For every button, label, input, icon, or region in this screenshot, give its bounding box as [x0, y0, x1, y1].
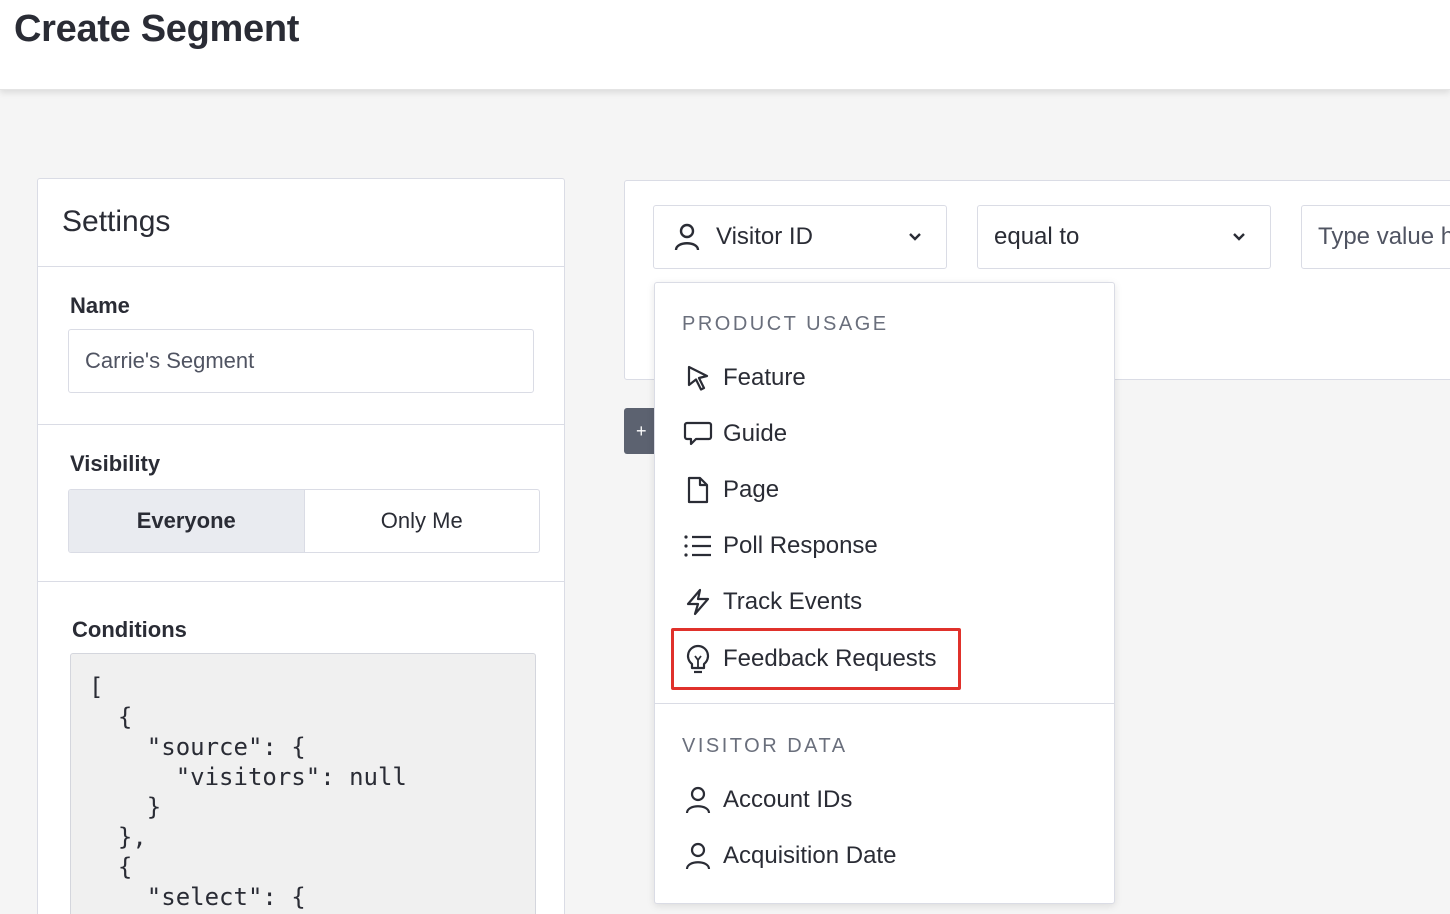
menu-item-feature[interactable]: Feature	[673, 353, 806, 403]
page-title: Create Segment	[14, 8, 300, 50]
person-icon	[683, 785, 713, 815]
conditions-label: Conditions	[72, 617, 187, 642]
visibility-everyone-button[interactable]: Everyone	[69, 490, 305, 552]
lightbulb-icon	[683, 644, 713, 674]
menu-item-label: Feature	[723, 364, 806, 391]
visibility-only-me-button[interactable]: Only Me	[305, 490, 540, 552]
menu-item-track-events[interactable]: Track Events	[673, 577, 862, 627]
settings-title: Settings	[62, 205, 171, 238]
name-label: Name	[70, 293, 130, 318]
add-rule-button[interactable]: +	[624, 408, 658, 454]
speech-bubble-icon	[683, 419, 713, 449]
field-dropdown-menu: PRODUCT USAGE Feature Guide Page Poll Re…	[654, 282, 1115, 904]
menu-item-acquisition-date[interactable]: Acquisition Date	[673, 831, 896, 881]
menu-item-label: Acquisition Date	[723, 842, 897, 869]
name-input[interactable]: Carrie's Segment	[68, 329, 534, 393]
field-select[interactable]: Visitor ID	[653, 205, 947, 269]
section-divider	[38, 581, 564, 582]
group-title-product-usage: PRODUCT USAGE	[682, 313, 889, 335]
lightning-icon	[683, 587, 713, 617]
menu-item-feedback-requests[interactable]: Feedback Requests	[671, 628, 962, 690]
menu-item-label: Account IDs	[723, 786, 853, 813]
settings-panel: Settings Name Carrie's Segment Visibilit…	[37, 178, 565, 914]
document-icon	[683, 475, 713, 505]
settings-header: Settings	[38, 179, 564, 267]
menu-item-guide[interactable]: Guide	[673, 409, 787, 459]
menu-item-poll-response[interactable]: Poll Response	[673, 521, 878, 571]
person-icon	[683, 841, 713, 871]
menu-item-label: Track Events	[723, 588, 863, 615]
list-icon	[683, 531, 713, 561]
header-bar: Create Segment	[0, 0, 1450, 90]
group-title-visitor-data: VISITOR DATA	[682, 735, 848, 757]
chevron-down-icon	[1233, 233, 1245, 241]
visibility-label: Visibility	[70, 451, 161, 476]
menu-item-account-ids[interactable]: Account IDs	[673, 775, 852, 825]
conditions-code-editor[interactable]: [ { "source": { "visitors": null } }, { …	[70, 653, 536, 914]
menu-item-label: Poll Response	[723, 532, 878, 559]
menu-item-label: Feedback Requests	[723, 645, 937, 672]
person-icon	[674, 223, 704, 251]
value-input-placeholder: Type value h	[1318, 223, 1450, 250]
menu-item-label: Guide	[723, 420, 788, 447]
name-section: Name Carrie's Segment	[38, 267, 564, 425]
chevron-down-icon	[909, 233, 921, 241]
value-input[interactable]: Type value h	[1301, 205, 1450, 269]
visibility-toggle: Everyone Only Me	[68, 489, 540, 553]
operator-select[interactable]: equal to	[977, 205, 1271, 269]
field-select-value: Visitor ID	[716, 223, 813, 250]
menu-item-page[interactable]: Page	[673, 465, 779, 515]
operator-select-value: equal to	[994, 223, 1080, 250]
dropdown-divider	[655, 703, 1114, 704]
menu-item-label: Page	[723, 476, 780, 503]
cursor-icon	[683, 363, 713, 393]
